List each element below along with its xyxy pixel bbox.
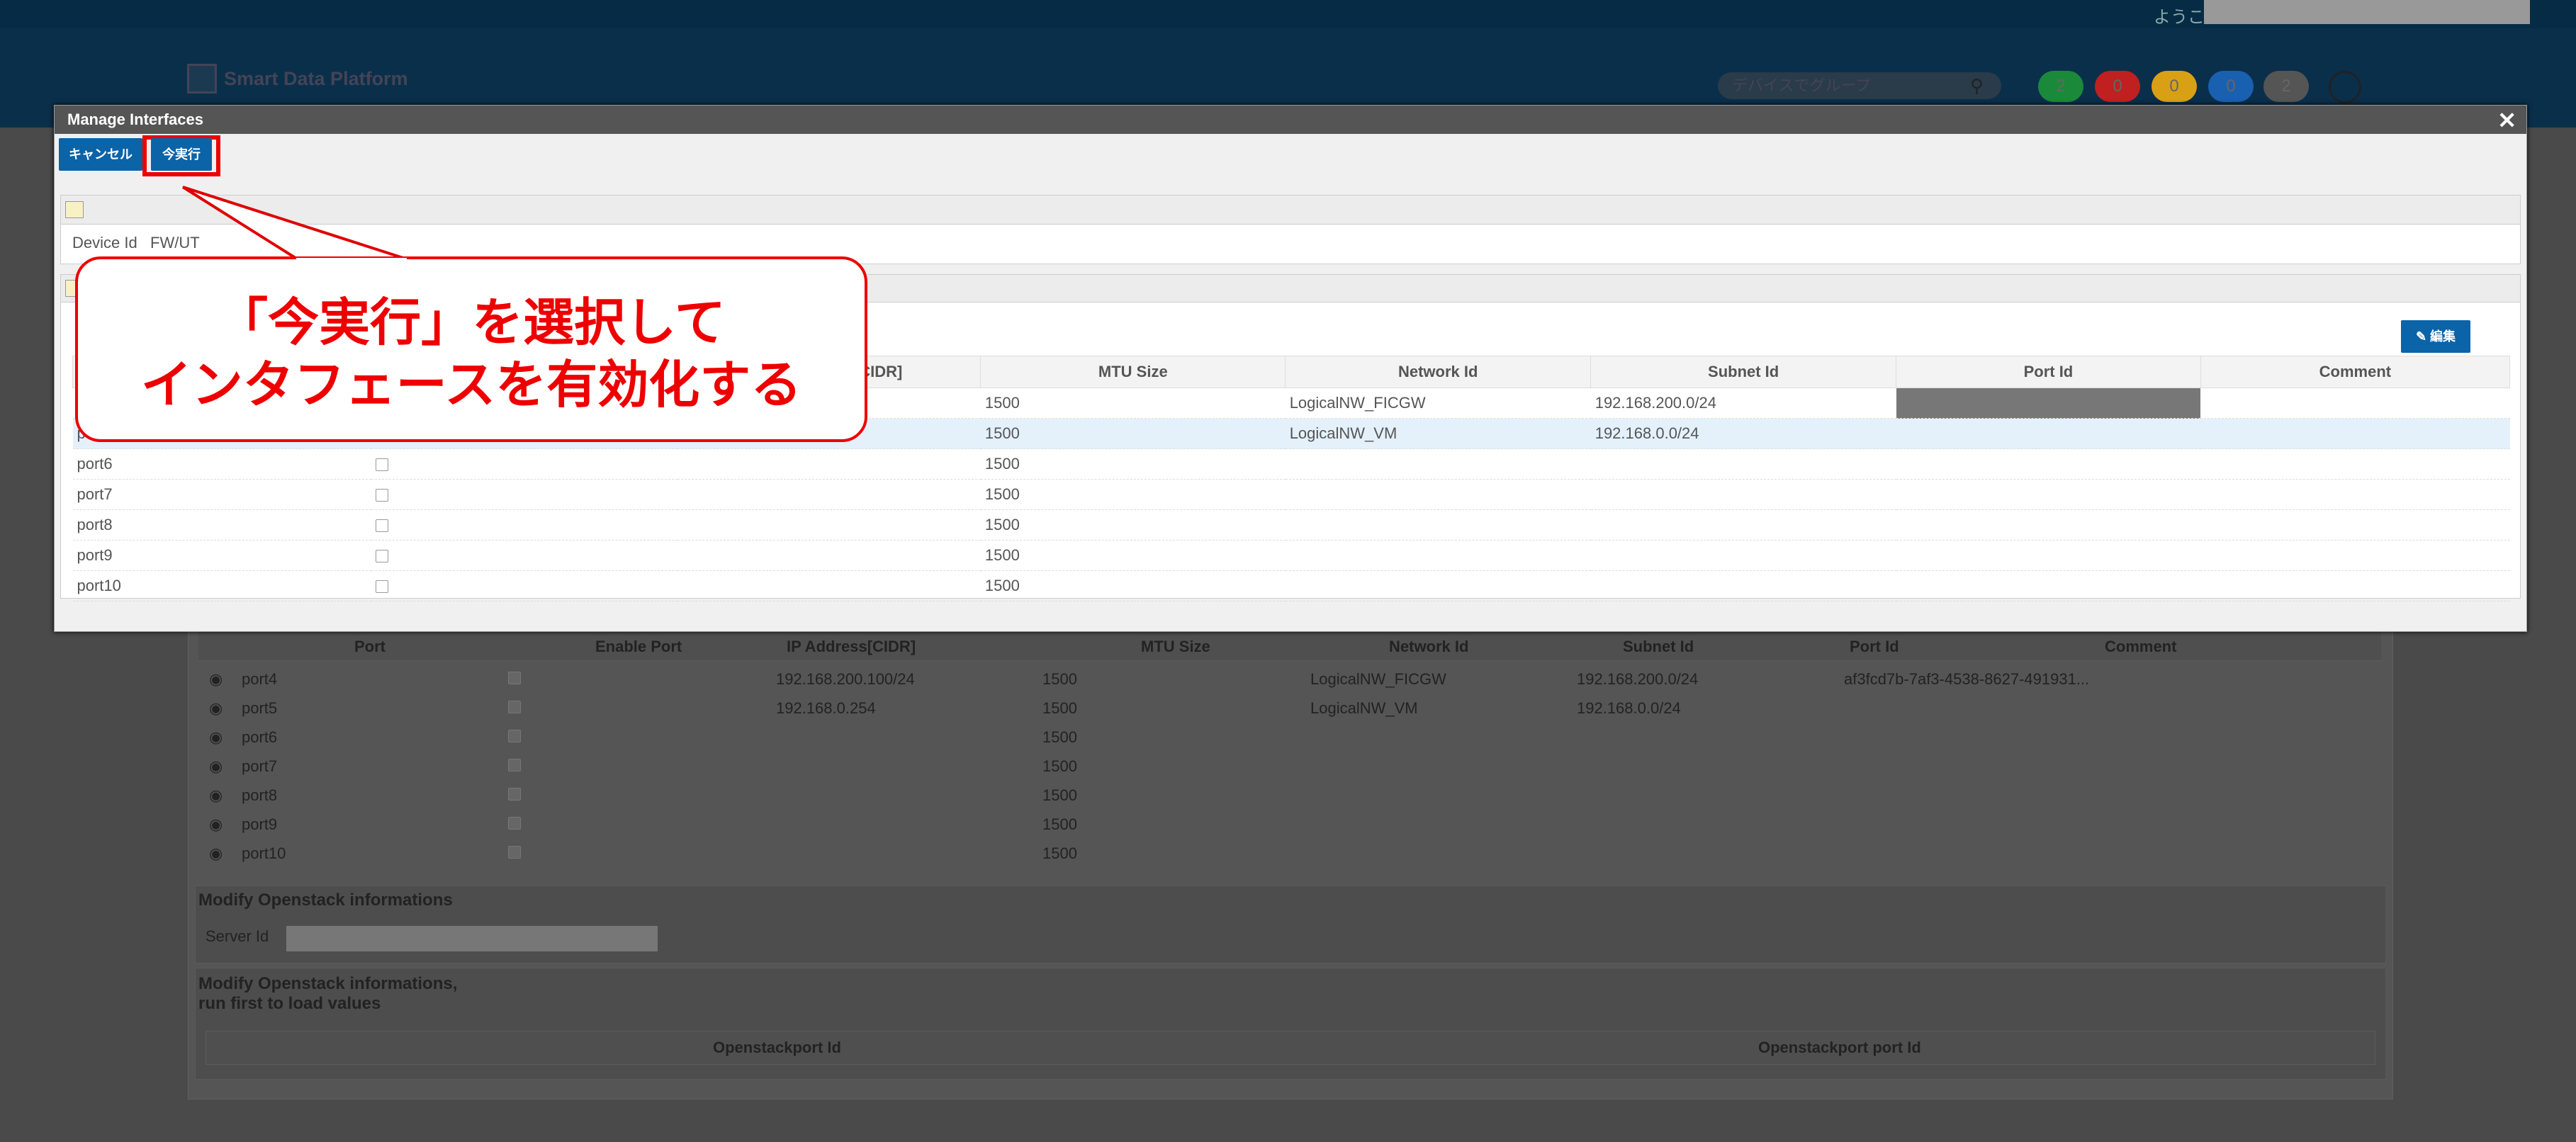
callout-line2: インタフェースを有効化する — [140, 357, 802, 414]
callout-pointer-joint — [296, 258, 407, 264]
instruction-callout: 「今実行」を選択して インタフェースを有効化する — [75, 256, 867, 442]
callout-pointer — [181, 186, 408, 261]
